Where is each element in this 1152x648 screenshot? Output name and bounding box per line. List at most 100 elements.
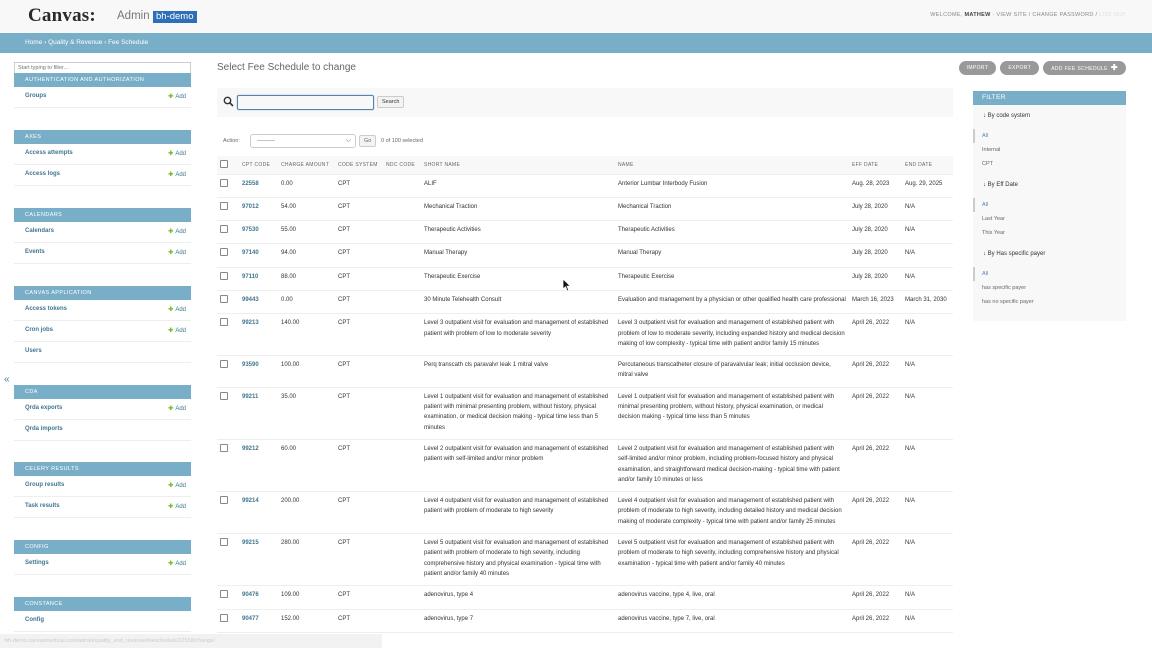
row-checkbox[interactable] <box>220 201 228 210</box>
select-all-checkbox[interactable] <box>220 159 228 168</box>
sidebar-add-link[interactable]: ✚ Add <box>168 228 186 235</box>
filter-option[interactable]: Internal <box>973 143 1126 157</box>
row-checkbox[interactable] <box>220 225 228 234</box>
row-checkbox[interactable] <box>220 443 228 452</box>
filter-option[interactable]: has specific payer <box>973 281 1126 295</box>
sidebar-item-link[interactable]: Groups <box>25 93 46 99</box>
row-checkbox[interactable] <box>220 271 228 280</box>
action-select[interactable]: --------- ⌵ <box>250 134 356 148</box>
row-checkbox[interactable] <box>220 613 228 622</box>
sidebar-add-link[interactable]: ✚ Add <box>168 482 186 489</box>
filter-heading: ↓ By Has specific payer <box>983 251 1046 257</box>
sidebar-item-link[interactable]: Cron jobs <box>25 327 53 333</box>
sidebar-item-link[interactable]: Users <box>25 348 42 354</box>
cpt-code-link[interactable]: 99214 <box>239 491 278 535</box>
module-caption[interactable]: CELERY RESULTS <box>14 462 191 476</box>
cpt-code-link[interactable]: 90477 <box>239 609 278 633</box>
sidebar-item-link[interactable]: Access tokens <box>25 306 67 312</box>
sidebar-add-link[interactable]: ✚ Add <box>168 306 186 313</box>
brand-logo[interactable]: Canvas: <box>28 5 96 27</box>
sidebar-item-link[interactable]: Settings <box>25 560 49 566</box>
column-header-short-name[interactable]: SHORT NAME <box>421 156 615 175</box>
module-caption[interactable]: CALENDARS <box>14 208 191 222</box>
sidebar-add-link[interactable]: ✚ Add <box>168 93 186 100</box>
add-fee-schedule-button[interactable]: ADD FEE SCHEDULE ✚ <box>1043 61 1126 75</box>
sidebar-add-link[interactable]: ✚ Add <box>168 327 186 334</box>
row-checkbox[interactable] <box>220 538 228 547</box>
select-all-cell <box>217 156 239 175</box>
column-header-ndc-code[interactable]: NDC CODE <box>383 156 421 175</box>
search-input[interactable] <box>237 95 374 110</box>
column-header-cpt-code[interactable]: CPT CODE <box>239 156 278 175</box>
module-caption[interactable]: AXES <box>14 130 191 144</box>
sidebar-item-link[interactable]: Config <box>25 617 44 623</box>
sidebar-add-link[interactable]: ✚ Add <box>168 503 186 510</box>
cpt-code-link[interactable]: 99212 <box>239 439 278 493</box>
row-checkbox[interactable] <box>220 294 228 303</box>
column-header-end-date[interactable]: END DATE <box>902 156 953 175</box>
go-button[interactable]: Go <box>359 135 377 147</box>
breadcrumb[interactable]: Home › Quality & Revenue › Fee Schedule <box>0 33 1152 53</box>
view-site-link[interactable]: VIEW SITE <box>996 12 1027 18</box>
row-checkbox[interactable] <box>220 318 228 327</box>
column-header-eff-date[interactable]: EFF DATE <box>849 156 902 175</box>
cpt-code-link[interactable]: 99213 <box>239 313 278 357</box>
change-password-link[interactable]: CHANGE PASSWORD <box>1032 12 1093 18</box>
cpt-code-link[interactable]: 97110 <box>239 267 278 291</box>
sidebar-item-link[interactable]: Group results <box>25 482 64 488</box>
cpt-code-link[interactable]: 97140 <box>239 243 278 268</box>
row-select-cell <box>217 533 239 587</box>
module-caption[interactable]: CDA <box>14 385 191 399</box>
search-button[interactable]: Search <box>377 96 405 108</box>
filter-option[interactable]: This Year <box>973 226 1126 240</box>
filter-option[interactable]: All <box>973 198 1126 212</box>
sidebar-item-link[interactable]: Qrda exports <box>25 405 62 411</box>
cpt-code-link[interactable]: 99443 <box>239 290 278 315</box>
filter-option[interactable]: has no specific payer <box>973 295 1126 309</box>
module-caption[interactable]: CONSTANCE <box>14 597 191 611</box>
sidebar-add-link[interactable]: ✚ Add <box>168 560 186 567</box>
module-caption[interactable]: CONFIG <box>14 540 191 554</box>
sidebar-add-link[interactable]: ✚ Add <box>168 171 186 178</box>
column-header-name[interactable]: NAME <box>615 156 849 175</box>
cpt-code-link[interactable]: 90476 <box>239 585 278 610</box>
sidebar-add-link[interactable]: ✚ Add <box>168 405 186 412</box>
row-checkbox[interactable] <box>220 178 228 187</box>
cpt-code-link[interactable]: 97530 <box>239 220 278 245</box>
sidebar-item-link[interactable]: Qrda imports <box>25 426 63 432</box>
code-system: CPT <box>335 585 383 610</box>
collapse-sidebar-icon[interactable]: « <box>4 374 10 385</box>
sidebar-item-link[interactable]: Access attempts <box>25 150 73 156</box>
module-caption[interactable]: CANVAS APPLICATION <box>14 286 191 300</box>
row-checkbox[interactable] <box>220 248 228 257</box>
filter-option[interactable]: All <box>973 267 1126 281</box>
row-checkbox[interactable] <box>220 391 228 400</box>
column-header-code-system[interactable]: CODE SYSTEM <box>335 156 383 175</box>
filter-option[interactable]: All <box>973 129 1126 143</box>
cpt-code-link[interactable]: 22558 <box>239 174 278 198</box>
column-header-charge-amount[interactable]: CHARGE AMOUNT <box>278 156 335 175</box>
logout-link[interactable]: LOG OUT <box>1099 12 1126 18</box>
sidebar-item-link[interactable]: Calendars <box>25 228 54 234</box>
module-caption[interactable]: AUTHENTICATION AND AUTHORIZATION <box>14 73 191 87</box>
cpt-code-link[interactable]: 99211 <box>239 387 278 440</box>
cpt-code-link[interactable]: 99215 <box>239 533 278 587</box>
sidebar-add-link[interactable]: ✚ Add <box>168 249 186 256</box>
export-button[interactable]: EXPORT <box>1000 61 1040 75</box>
sidebar-item-link[interactable]: Access logs <box>25 171 60 177</box>
end-date: N/A <box>902 220 953 245</box>
cpt-code-link[interactable]: 97012 <box>239 197 278 222</box>
row-checkbox[interactable] <box>220 360 228 369</box>
cpt-code-link[interactable]: 93590 <box>239 355 278 388</box>
sidebar-item-link[interactable]: Task results <box>25 503 60 509</box>
import-button[interactable]: IMPORT <box>958 61 997 75</box>
row-checkbox[interactable] <box>220 496 228 505</box>
filter-option[interactable]: Last Year <box>973 212 1126 226</box>
filter-option[interactable]: CPT <box>973 157 1126 171</box>
add-label: Add <box>175 561 186 567</box>
sidebar-add-link[interactable]: ✚ Add <box>168 150 186 157</box>
app-module: AUTHENTICATION AND AUTHORIZATION Groups ✚ A… <box>14 73 191 108</box>
sidebar-item-link[interactable]: Events <box>25 249 45 255</box>
row-checkbox[interactable] <box>220 590 228 599</box>
name: Therapeutic Activities <box>615 220 849 245</box>
